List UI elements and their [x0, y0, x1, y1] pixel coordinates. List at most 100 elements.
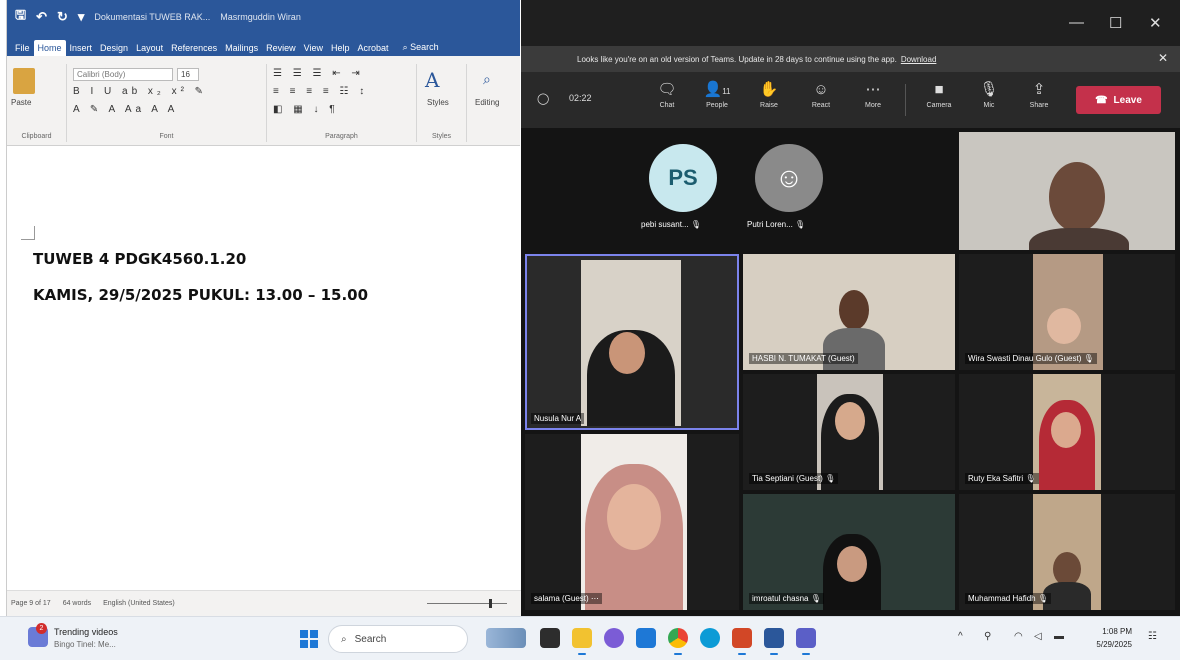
mic-icon: 🎙	[979, 81, 999, 98]
styles-icon[interactable]: A	[425, 68, 439, 92]
video-tile-host[interactable]	[959, 132, 1175, 250]
video-tile-tia[interactable]: Tia Septiani (Guest) 🎙	[743, 374, 955, 490]
raise-button[interactable]: ✋ Raise	[747, 80, 791, 109]
task-view-icon[interactable]	[540, 628, 560, 648]
mic-button[interactable]: 🎙 Mic	[967, 80, 1011, 109]
font-group: Calibri (Body) 16 B I U ab x₂ x² ✎ A ✎ A…	[67, 64, 267, 142]
file-explorer-icon[interactable]	[572, 628, 592, 655]
customize-icon[interactable]: ▾	[78, 9, 85, 25]
weather-icon[interactable]	[486, 628, 526, 648]
teams-icon[interactable]	[796, 628, 816, 655]
tab-layout[interactable]: Layout	[132, 40, 167, 56]
tab-references[interactable]: References	[167, 40, 221, 56]
clock[interactable]: 1:08 PM 5/29/2025	[1088, 625, 1132, 651]
more-label: More	[865, 102, 881, 109]
ribbon-search[interactable]: ⌕ Search	[399, 39, 443, 56]
video-stage: PS pebi susant... 🎙 ☺ Putri Loren... 🎙 N…	[521, 128, 1180, 616]
maximize-icon[interactable]: ☐	[1109, 14, 1122, 32]
meeting-toolbar: ◯ 02:22 🗨 Chat 👤11 People ✋ Raise ☺ Reac…	[521, 72, 1180, 128]
tab-view[interactable]: View	[300, 40, 327, 56]
location-icon[interactable]: ⚲	[984, 631, 991, 642]
banner-close-icon[interactable]: ✕	[1158, 51, 1168, 65]
people-button[interactable]: 👤11 People	[695, 80, 739, 109]
video-tile-nusula[interactable]: Nusula Nur A	[525, 254, 739, 430]
speaker-icon[interactable]: ◁	[1034, 631, 1042, 642]
format-buttons-row[interactable]: B I U ab x₂ x² ✎	[73, 86, 207, 97]
document-page[interactable]: TUWEB 4 PDGK4560.1.20 KAMIS, 29/5/2025 P…	[7, 158, 521, 582]
tab-acrobat[interactable]: Acrobat	[354, 40, 393, 56]
widgets-button[interactable]: 2 Trending videos Bingo Tinel: Me...	[28, 623, 148, 655]
tab-mailings[interactable]: Mailings	[221, 40, 262, 56]
paste-icon[interactable]	[13, 68, 35, 94]
video-tile-salama[interactable]: salama (Guest) ⋯	[525, 434, 739, 610]
ribbon-tabs: File Home Insert Design Layout Reference…	[7, 34, 520, 56]
avatar-putri[interactable]: ☺	[755, 144, 823, 212]
styles-group-label: Styles	[431, 133, 452, 140]
powerpoint-icon[interactable]	[732, 628, 752, 655]
video-tile-imroatul[interactable]: imroatul chasna 🎙	[743, 494, 955, 610]
participant-name: Nusula Nur A	[531, 413, 585, 424]
page-count[interactable]: Page 9 of 17	[11, 600, 51, 607]
font-size-select[interactable]: 16	[177, 68, 199, 81]
wifi-icon[interactable]: ◠	[1014, 631, 1023, 642]
copilot-icon[interactable]	[604, 628, 624, 648]
avatar-pebi[interactable]: PS	[649, 144, 717, 212]
chevron-up-icon[interactable]: ^	[958, 631, 963, 642]
mic-muted-icon: 🎙	[1083, 354, 1094, 363]
video-tile-muhammad[interactable]: Muhammad Hafidh 🎙	[959, 494, 1175, 610]
doc-heading-line-2: KAMIS, 29/5/2025 PUKUL: 13.00 – 15.00	[33, 286, 369, 304]
share-button[interactable]: ⇪ Share	[1017, 80, 1061, 109]
start-button[interactable]	[300, 630, 318, 648]
avatar-name-putri: Putri Loren... 🎙	[747, 220, 806, 229]
tab-file[interactable]: File	[11, 40, 34, 56]
tab-review[interactable]: Review	[262, 40, 300, 56]
chrome-icon[interactable]	[668, 628, 688, 655]
participant-name: Muhammad Hafidh 🎙	[965, 593, 1051, 604]
video-tile-hasbi[interactable]: HASBI N. TUMAKAT (Guest)	[743, 254, 955, 370]
shading-buttons-row[interactable]: ◧ ▦ ↓ ¶	[273, 104, 339, 115]
desktop: 🖫 ↶ ↻ ▾ Dokumentasi TUWEB RAK... Masrmgu…	[0, 0, 1180, 660]
close-icon[interactable]: ✕	[1149, 14, 1162, 32]
list-buttons-row[interactable]: ☰ ☰ ☰ ⇤ ⇥	[273, 68, 364, 79]
tab-design[interactable]: Design	[96, 40, 132, 56]
font-name-select[interactable]: Calibri (Body)	[73, 68, 173, 81]
zoom-slider[interactable]	[427, 603, 507, 604]
download-link[interactable]: Download	[901, 55, 937, 64]
chat-button[interactable]: 🗨 Chat	[645, 80, 689, 109]
ribbon: Paste Clipboard Calibri (Body) 16 B I U …	[7, 56, 520, 146]
leave-button[interactable]: ☎ Leave	[1076, 86, 1161, 114]
battery-icon[interactable]: ▬	[1054, 631, 1064, 642]
tab-help[interactable]: Help	[327, 40, 354, 56]
font-label: Font	[159, 133, 174, 140]
zoom-slider-knob[interactable]	[489, 599, 492, 608]
video-tile-wira[interactable]: Wira Swasti Dinau Gulo (Guest) 🎙	[959, 254, 1175, 370]
minimize-icon[interactable]: —	[1069, 14, 1084, 31]
mail-icon[interactable]	[636, 628, 656, 648]
redo-icon[interactable]: ↻	[57, 9, 68, 25]
tab-home[interactable]: Home	[33, 40, 66, 56]
update-banner: Looks like you're on an old version of T…	[521, 46, 1180, 72]
align-buttons-row[interactable]: ≡ ≡ ≡ ≡ ☷ ↕	[273, 86, 368, 97]
camera-button[interactable]: ■ Camera	[917, 80, 961, 109]
notification-icon[interactable]: ☷	[1148, 631, 1157, 642]
camera-label: Camera	[926, 102, 952, 109]
undo-icon[interactable]: ↶	[36, 9, 47, 25]
language[interactable]: English (United States)	[103, 600, 175, 607]
save-icon[interactable]: 🖫	[15, 6, 26, 28]
more-button[interactable]: ⋯ More	[851, 80, 895, 109]
tab-insert[interactable]: Insert	[66, 40, 97, 56]
react-button[interactable]: ☺ React	[799, 80, 843, 109]
taskbar-search[interactable]: ⌕ Search	[328, 625, 468, 653]
edge-icon[interactable]	[700, 628, 720, 648]
react-icon: ☺	[813, 81, 829, 98]
share-icon: ⇪	[1032, 81, 1046, 98]
find-icon[interactable]: ⌕	[483, 72, 491, 88]
editing-label[interactable]: Editing	[475, 98, 499, 107]
word-icon[interactable]	[764, 628, 784, 655]
video-tile-ruty[interactable]: Ruty Eka Safitri 🎙	[959, 374, 1175, 490]
color-buttons-row[interactable]: A ✎ A Aa A A	[73, 104, 178, 115]
word-count[interactable]: 64 words	[63, 600, 91, 607]
imroatul-face	[837, 546, 867, 582]
camera-icon: ■	[934, 81, 944, 98]
teams-window: — ☐ ✕ Looks like you're on an old versio…	[521, 0, 1180, 616]
